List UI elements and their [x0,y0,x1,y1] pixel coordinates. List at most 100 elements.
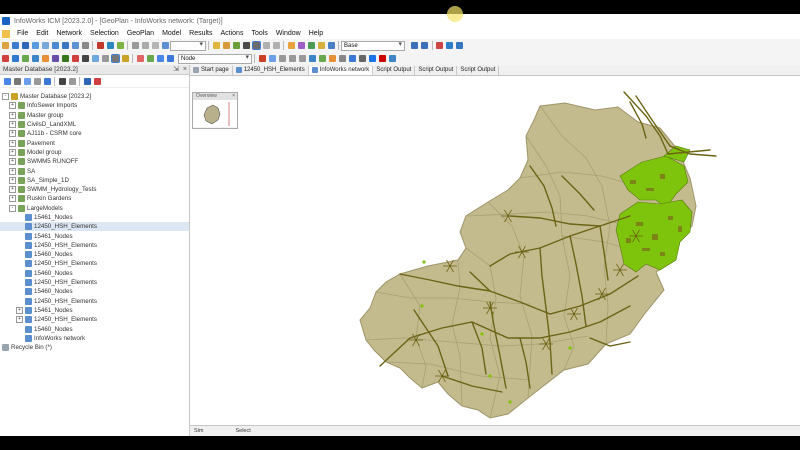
snap-icon[interactable] [318,55,326,62]
tree-item[interactable]: +15461_Nodes [0,306,189,315]
pin-icon[interactable]: ⇲ [173,65,179,74]
tree-item[interactable]: 15460_Nodes [0,324,189,333]
move-icon[interactable] [81,55,89,62]
empty-select[interactable] [170,40,206,51]
tree-item[interactable]: + AJ11b - CSRM core [0,129,189,138]
tree-item[interactable]: InfoWorks network [0,334,189,343]
refresh-tree-icon[interactable] [13,77,21,85]
tree-item[interactable]: + Master group [0,111,189,120]
properties-tree-icon[interactable] [33,77,41,85]
select-icon[interactable] [212,42,220,49]
node-tool-icon[interactable] [11,55,19,62]
tab-script-output-3[interactable]: Script Output [457,65,500,75]
tab-script-output-2[interactable]: Script Output [415,65,458,75]
menu-results[interactable]: Results [185,30,216,37]
new-group-icon[interactable] [23,77,31,85]
section-icon[interactable] [268,55,276,62]
user-icon[interactable] [446,42,453,49]
expand-icon[interactable]: + [9,139,16,147]
tree-item[interactable]: - Master Database [2023.2] [0,92,189,101]
label-icon[interactable] [308,55,316,62]
tab-script-output-1[interactable]: Script Output [373,65,416,75]
point-tool-icon[interactable] [61,55,69,62]
expand-icon[interactable]: + [16,316,23,324]
window-icon[interactable] [388,55,396,62]
menu-edit[interactable]: Edit [32,30,52,37]
tree-item[interactable]: + Pavement [0,138,189,147]
expand-icon[interactable]: + [9,186,16,194]
measure-icon[interactable] [121,55,129,62]
flag-icon[interactable] [436,42,443,49]
stop-icon[interactable] [378,55,386,62]
tree-item[interactable]: 15460_Nodes [0,287,189,296]
tree-item[interactable]: - LargeModels [0,204,189,213]
tree-item[interactable]: +12450_HSH_Elements [0,315,189,324]
pan-icon[interactable] [232,42,240,49]
tree-item[interactable]: 12450_HSH_Elements [0,222,189,232]
zoom-out-icon[interactable] [272,42,280,49]
find-tree-icon[interactable] [58,77,66,85]
network-type-icon[interactable] [83,77,91,85]
collapse-icon[interactable]: - [2,93,9,101]
tab-start-page[interactable]: Start page [190,65,233,75]
expand-icon[interactable]: + [9,176,16,184]
tree-item[interactable]: + SWMM_Hydrology_Tests [0,185,189,194]
expand-icon[interactable]: + [9,158,16,166]
legend-icon[interactable] [358,55,366,62]
cut-icon[interactable] [131,42,139,49]
theme-icon[interactable] [287,42,295,49]
zoom-full-icon[interactable] [278,55,286,62]
redo-icon[interactable] [106,42,114,49]
expand-icon[interactable]: + [9,148,16,156]
menu-actions[interactable]: Actions [217,30,248,37]
tab-12450-hsh-elements[interactable]: 12450_HSH_Elements [233,65,309,75]
zoom-box-icon[interactable] [251,41,261,50]
find-icon[interactable] [156,55,164,62]
layer-select[interactable]: Node [178,53,252,64]
menu-file[interactable]: File [13,30,32,37]
expand-icon[interactable]: + [16,306,23,314]
layers-icon[interactable] [297,42,305,49]
check-icon[interactable] [1,55,9,62]
tree-item[interactable]: + CivilsD_LandXML [0,120,189,129]
tree-item[interactable]: + SA [0,166,189,175]
copy-icon[interactable] [141,42,149,49]
line-tool-icon[interactable] [51,55,59,62]
tab-infoworks-network[interactable]: InfoWorks network [308,65,374,75]
database-icon[interactable] [31,42,39,49]
expand-icon[interactable]: + [9,111,16,119]
vertex-icon[interactable] [110,54,120,63]
tree-item[interactable]: Recycle Bin (*) [0,343,189,352]
paste-icon[interactable] [151,42,159,49]
node-marker[interactable] [480,332,484,336]
tree-item[interactable]: 12450_HSH_Elements [0,278,189,287]
tree-item[interactable]: + InfoSewer Imports [0,101,189,110]
animate-icon[interactable] [328,55,336,62]
graph-icon[interactable] [317,42,325,49]
zoom-in-icon[interactable] [262,42,270,49]
scenario-select[interactable]: Base [341,40,405,51]
profile-icon[interactable] [258,55,266,62]
geoplan-map[interactable]: Overview × [190,76,800,425]
polygon-tool-icon[interactable] [41,55,49,62]
tree-item[interactable]: 12450_HSH_Elements [0,259,189,268]
tree-item[interactable]: + Ruskin Gardens [0,194,189,203]
open-icon[interactable] [11,42,19,49]
zoom-prev-icon[interactable] [288,55,296,62]
node-marker[interactable] [568,346,572,350]
menu-geoplan[interactable]: GeoPlan [123,30,158,37]
expand-icon[interactable]: + [9,195,16,203]
menu-tools[interactable]: Tools [247,30,271,37]
commit-icon[interactable] [61,42,69,49]
validate-icon[interactable] [116,42,124,49]
properties-icon[interactable] [161,42,169,49]
tree-item[interactable]: 12450_HSH_Elements [0,241,189,250]
menu-selection[interactable]: Selection [86,30,123,37]
menu-app-icon[interactable] [2,29,10,38]
info-icon[interactable] [242,42,250,49]
dropdown-icon[interactable] [68,77,76,85]
tree-item[interactable]: 15460_Nodes [0,269,189,278]
expand-icon[interactable]: + [9,121,16,129]
bookmark-icon[interactable] [368,55,376,62]
tree-item[interactable]: 15460_Nodes [0,250,189,259]
